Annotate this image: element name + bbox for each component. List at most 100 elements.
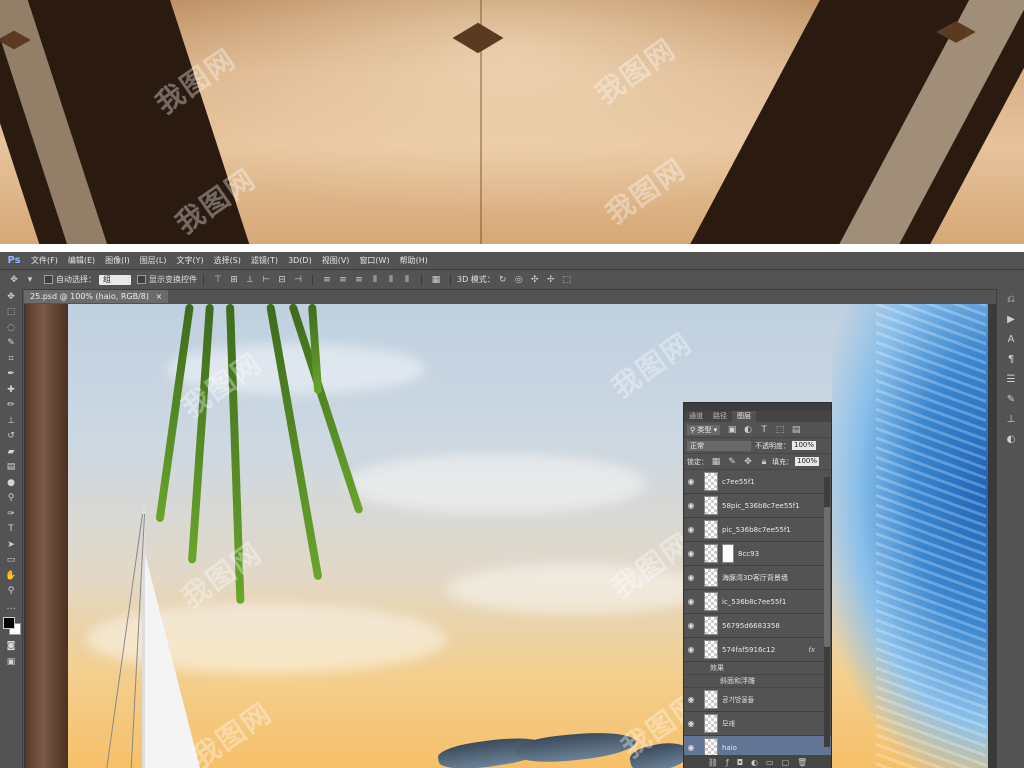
visibility-eye-icon[interactable]: ◉ — [684, 645, 698, 654]
distribute-hcenter-icon[interactable]: ⦀ — [385, 275, 397, 285]
tab-layers[interactable]: 图层 — [732, 411, 756, 422]
layer-row[interactable]: ◉ c7ee55f1 — [684, 470, 831, 494]
filter-smart-icon[interactable]: ▤ — [790, 425, 802, 435]
visibility-eye-icon[interactable]: ◉ — [684, 719, 698, 728]
color-swatches[interactable] — [0, 615, 22, 639]
distribute-bottom-icon[interactable]: ≡ — [353, 275, 365, 285]
dodge-tool-icon[interactable]: ⚲ — [0, 491, 22, 507]
filter-adjustment-icon[interactable]: ◐ — [742, 425, 754, 435]
new-adjustment-icon[interactable]: ◐ — [751, 758, 758, 767]
effect-item[interactable]: 斜面和浮雕 — [684, 675, 831, 688]
visibility-eye-icon[interactable]: ◉ — [684, 477, 698, 486]
tool-preset-dropdown-icon[interactable]: ▾ — [24, 275, 36, 285]
visibility-eye-icon[interactable]: ◉ — [684, 743, 698, 752]
adjustments-panel-icon[interactable]: ◐ — [997, 429, 1024, 449]
filter-type-icon[interactable]: T — [758, 425, 770, 435]
layer-row[interactable]: ◉ 56795d6683358 — [684, 614, 831, 638]
align-bottom-icon[interactable]: ⊥ — [244, 275, 256, 285]
brush-tool-icon[interactable]: ✏ — [0, 398, 22, 414]
scrollbar-thumb[interactable] — [824, 507, 830, 647]
menu-window[interactable]: 窗口(W) — [354, 255, 394, 266]
canvas-area[interactable]: 我图网 我图网 我图网 我图网 我图网 我图网 — [24, 304, 996, 768]
quick-mask-icon[interactable]: ◙ — [0, 639, 22, 655]
foreground-color-swatch[interactable] — [3, 616, 15, 629]
menu-3d[interactable]: 3D(D) — [283, 256, 317, 265]
align-top-icon[interactable]: ⊤ — [212, 275, 224, 285]
opacity-input[interactable]: 100% — [792, 441, 817, 450]
marquee-tool-icon[interactable]: ⬚ — [0, 305, 22, 321]
tab-paths[interactable]: 路径 — [708, 411, 732, 422]
layer-row[interactable]: ◉ pic_536b8c7ee55f1 — [684, 518, 831, 542]
distribute-top-icon[interactable]: ≡ — [321, 275, 333, 285]
character-panel-icon[interactable]: A — [997, 329, 1024, 349]
document-canvas[interactable]: 我图网 我图网 我图网 我图网 我图网 我图网 — [26, 304, 988, 768]
layer-row[interactable]: ◉ 8cc93 — [684, 542, 831, 566]
effects-group[interactable]: 效果 — [684, 662, 831, 675]
lock-transparent-icon[interactable]: ▦ — [710, 457, 722, 467]
properties-panel-icon[interactable]: ☰ — [997, 369, 1024, 389]
healing-brush-tool-icon[interactable]: ✚ — [0, 382, 22, 398]
menu-edit[interactable]: 编辑(E) — [63, 255, 100, 266]
auto-select-dropdown[interactable]: 组 — [99, 274, 131, 285]
blur-tool-icon[interactable]: ● — [0, 475, 22, 491]
more-tools-icon[interactable]: … — [0, 599, 22, 615]
panel-header-bar[interactable] — [684, 403, 831, 411]
brush-panel-icon[interactable]: ✎ — [997, 389, 1024, 409]
add-style-icon[interactable]: ƒ — [726, 758, 729, 767]
hand-tool-icon[interactable]: ✋ — [0, 568, 22, 584]
visibility-eye-icon[interactable]: ◉ — [684, 501, 698, 510]
menu-type[interactable]: 文字(Y) — [171, 255, 208, 266]
3d-rotate-icon[interactable]: ↻ — [497, 275, 509, 285]
visibility-eye-icon[interactable]: ◉ — [684, 621, 698, 630]
visibility-eye-icon[interactable]: ◉ — [684, 525, 698, 534]
visibility-eye-icon[interactable]: ◉ — [684, 549, 698, 558]
clone-stamp-tool-icon[interactable]: ⊥ — [0, 413, 22, 429]
lasso-tool-icon[interactable]: ◌ — [0, 320, 22, 336]
quick-select-tool-icon[interactable]: ✎ — [0, 336, 22, 352]
history-panel-icon[interactable]: ⎌ — [997, 289, 1024, 309]
menu-layer[interactable]: 图层(L) — [135, 255, 172, 266]
layers-scrollbar[interactable] — [824, 477, 830, 747]
new-layer-icon[interactable]: ▢ — [782, 758, 790, 767]
zoom-tool-icon[interactable]: ⚲ — [0, 584, 22, 600]
eraser-tool-icon[interactable]: ▰ — [0, 444, 22, 460]
lock-all-icon[interactable]: 🔒︎ — [758, 457, 770, 467]
visibility-eye-icon[interactable]: ◉ — [684, 597, 698, 606]
align-right-icon[interactable]: ⊣ — [292, 275, 304, 285]
layer-row[interactable]: ◉ 모래 — [684, 712, 831, 736]
distribute-left-icon[interactable]: ⦀ — [369, 275, 381, 285]
layer-filter-dropdown[interactable]: ⚲ 类型 ▾ — [687, 424, 721, 435]
crop-tool-icon[interactable]: ⌗ — [0, 351, 22, 367]
menu-image[interactable]: 图像(I) — [100, 255, 135, 266]
menu-help[interactable]: 帮助(H) — [395, 255, 433, 266]
move-tool-icon[interactable]: ✥ — [8, 275, 20, 285]
layer-row[interactable]: ◉ 공기방울들 — [684, 688, 831, 712]
distribute-vcenter-icon[interactable]: ≡ — [337, 275, 349, 285]
3d-slide-icon[interactable]: ✢ — [545, 275, 557, 285]
actions-panel-icon[interactable]: ▶ — [997, 309, 1024, 329]
visibility-eye-icon[interactable]: ◉ — [684, 573, 698, 582]
screen-mode-icon[interactable]: ▣ — [0, 654, 22, 670]
history-brush-tool-icon[interactable]: ↺ — [0, 429, 22, 445]
3d-roll-icon[interactable]: ◎ — [513, 275, 525, 285]
3d-pan-icon[interactable]: ✣ — [529, 275, 541, 285]
layer-row[interactable]: ◉ 海豚湾3D客厅背景墙 — [684, 566, 831, 590]
auto-select-checkbox[interactable] — [44, 275, 53, 284]
distribute-right-icon[interactable]: ⦀ — [401, 275, 413, 285]
tab-channels[interactable]: 通道 — [684, 411, 708, 422]
pen-tool-icon[interactable]: ✑ — [0, 506, 22, 522]
align-left-icon[interactable]: ⊢ — [260, 275, 272, 285]
add-mask-icon[interactable]: ◘ — [737, 758, 743, 767]
layer-row[interactable]: ◉ 574faf5916c12 fx — [684, 638, 831, 662]
link-layers-icon[interactable]: ⛓ — [708, 758, 718, 767]
close-tab-icon[interactable]: × — [156, 292, 163, 301]
show-transform-checkbox[interactable] — [137, 275, 146, 284]
layer-effects-badge[interactable]: fx — [808, 646, 815, 654]
layer-row[interactable]: ◉ 58pic_536b8c7ee55f1 — [684, 494, 831, 518]
delete-layer-icon[interactable]: 🗑︎ — [797, 758, 807, 767]
auto-align-icon[interactable]: ▦ — [430, 275, 442, 285]
lock-position-icon[interactable]: ✥ — [742, 457, 754, 467]
move-tool-icon[interactable]: ✥ — [0, 289, 22, 305]
clone-source-panel-icon[interactable]: ⊥ — [997, 409, 1024, 429]
blend-mode-dropdown[interactable]: 正常 — [687, 440, 751, 451]
